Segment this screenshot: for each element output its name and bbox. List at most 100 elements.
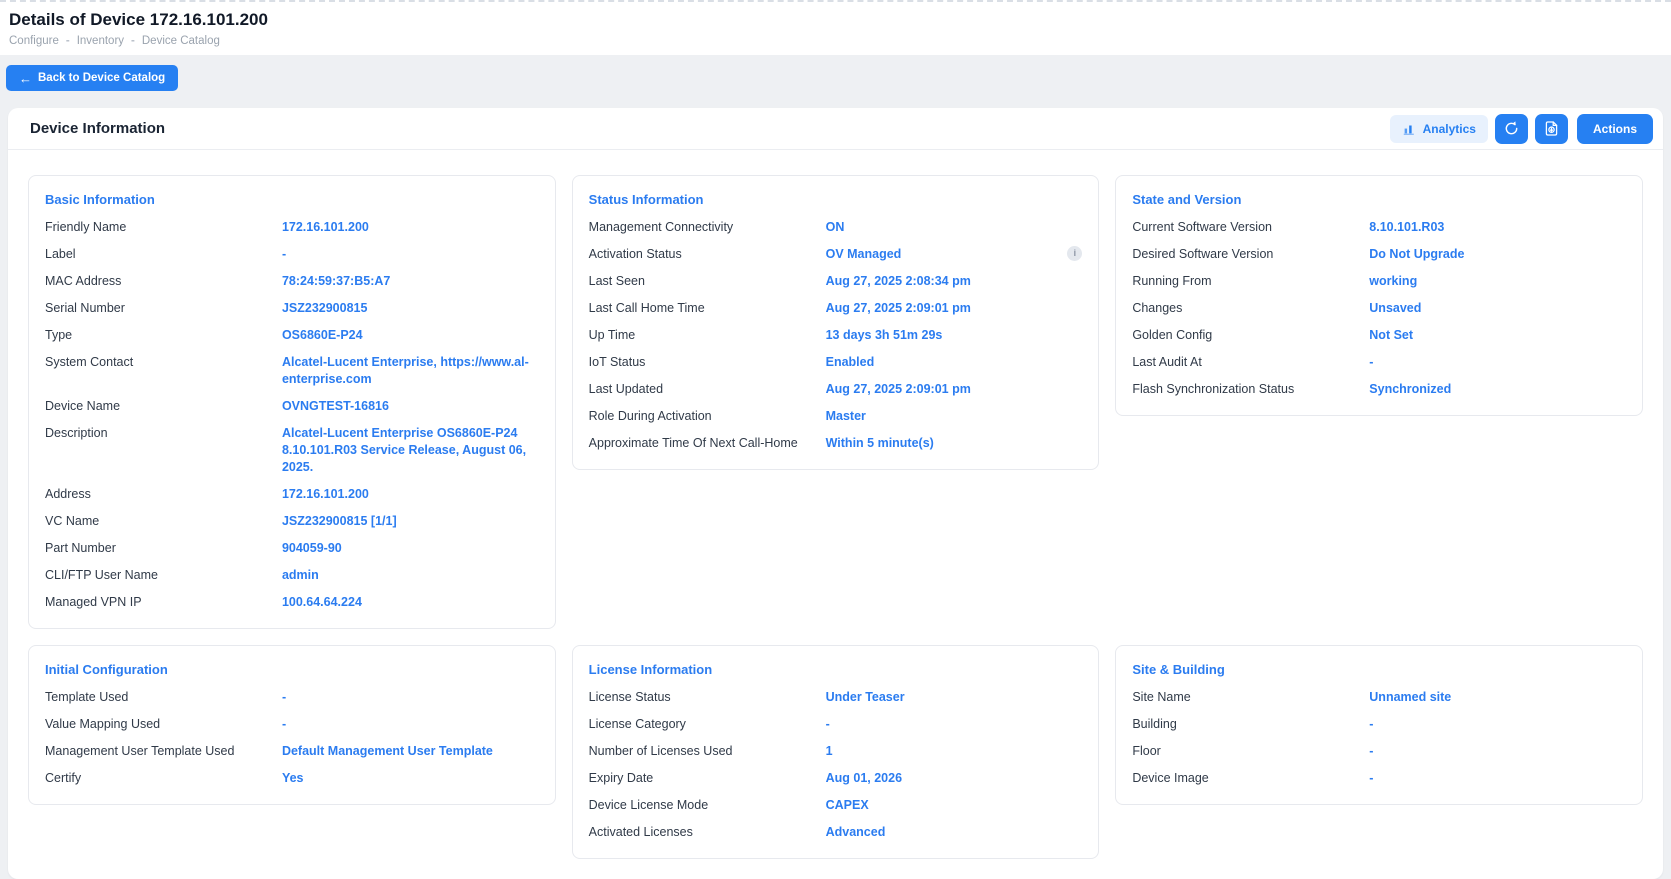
field-label: Device License Mode	[589, 797, 826, 814]
info-row: Activation StatusOV Managedi	[589, 246, 1083, 263]
field-value: Yes	[282, 770, 539, 787]
breadcrumb-item-configure[interactable]: Configure	[9, 34, 59, 48]
card-title: State and Version	[1132, 191, 1626, 208]
field-label: Activated Licenses	[589, 824, 826, 841]
info-row: Flash Synchronization StatusSynchronized	[1132, 381, 1626, 398]
field-label: Device Image	[1132, 770, 1369, 787]
field-label: Management User Template Used	[45, 743, 282, 760]
field-value: -	[1369, 770, 1626, 787]
field-value: ON	[826, 219, 1083, 236]
field-label: Managed VPN IP	[45, 594, 282, 611]
info-row: License StatusUnder Teaser	[589, 689, 1083, 706]
info-row: Friendly Name172.16.101.200	[45, 219, 539, 236]
field-value: Alcatel-Lucent Enterprise OS6860E-P24 8.…	[282, 425, 539, 476]
info-row: Up Time13 days 3h 51m 29s	[589, 327, 1083, 344]
field-value: Within 5 minute(s)	[826, 435, 1083, 452]
info-card: Basic Information Friendly Name172.16.10…	[28, 175, 556, 629]
field-value: -	[1369, 743, 1626, 760]
info-row: Running Fromworking	[1132, 273, 1626, 290]
card-rows: License StatusUnder Teaser License Catego…	[589, 689, 1083, 841]
field-label: Type	[45, 327, 282, 344]
info-row: System ContactAlcatel-Lucent Enterprise,…	[45, 354, 539, 388]
card-title: License Information	[589, 661, 1083, 678]
field-label: Address	[45, 486, 282, 503]
field-value: -	[1369, 716, 1626, 733]
field-value: Enabled	[826, 354, 1083, 371]
field-label: IoT Status	[589, 354, 826, 371]
field-label: Current Software Version	[1132, 219, 1369, 236]
info-row: License Category-	[589, 716, 1083, 733]
field-label: Device Name	[45, 398, 282, 415]
analytics-button[interactable]: Analytics	[1390, 115, 1488, 143]
breadcrumb: Configure - Inventory - Device Catalog	[9, 34, 1655, 48]
field-label: License Status	[589, 689, 826, 706]
actions-button[interactable]: Actions	[1577, 114, 1653, 144]
info-row: TypeOS6860E-P24	[45, 327, 539, 344]
field-label: Serial Number	[45, 300, 282, 317]
info-row: DescriptionAlcatel-Lucent Enterprise OS6…	[45, 425, 539, 476]
card-title: Site & Building	[1132, 661, 1626, 678]
info-row: Number of Licenses Used1	[589, 743, 1083, 760]
card-rows: Current Software Version8.10.101.R03Desi…	[1132, 219, 1626, 398]
card-title: Basic Information	[45, 191, 539, 208]
info-row: Device NameOVNGTEST-16816	[45, 398, 539, 415]
refresh-icon	[1503, 120, 1520, 137]
field-value: -	[282, 716, 539, 733]
field-value: JSZ232900815 [1/1]	[282, 513, 539, 530]
field-value: Unsaved	[1369, 300, 1626, 317]
analytics-button-label: Analytics	[1423, 122, 1476, 136]
field-label: Certify	[45, 770, 282, 787]
card-title: Status Information	[589, 191, 1083, 208]
info-card: Status Information Management Connectivi…	[572, 175, 1100, 470]
back-arrow-icon: ←	[19, 72, 32, 85]
page-header: Details of Device 172.16.101.200 Configu…	[0, 0, 1671, 55]
info-row: MAC Address78:24:59:37:B5:A7	[45, 273, 539, 290]
field-value: Under Teaser	[826, 689, 1083, 706]
field-value: -	[282, 246, 539, 263]
field-value: -	[282, 689, 539, 706]
refresh-button[interactable]	[1495, 114, 1528, 144]
breadcrumb-separator: -	[131, 34, 135, 48]
field-value: Not Set	[1369, 327, 1626, 344]
info-row: Approximate Time Of Next Call-HomeWithin…	[589, 435, 1083, 452]
info-row: Value Mapping Used-	[45, 716, 539, 733]
field-label: MAC Address	[45, 273, 282, 290]
field-label: Part Number	[45, 540, 282, 557]
field-label: VC Name	[45, 513, 282, 530]
panel-body: Basic Information Friendly Name172.16.10…	[8, 150, 1663, 879]
info-row: Site NameUnnamed site	[1132, 689, 1626, 706]
info-row: Last Audit At-	[1132, 354, 1626, 371]
export-download-button[interactable]	[1535, 114, 1568, 144]
field-label: Activation Status	[589, 246, 826, 263]
info-row: Last SeenAug 27, 2025 2:08:34 pm	[589, 273, 1083, 290]
card-title: Initial Configuration	[45, 661, 539, 678]
breadcrumb-item-device-catalog[interactable]: Device Catalog	[142, 34, 220, 48]
info-row: Floor-	[1132, 743, 1626, 760]
info-row: Serial NumberJSZ232900815	[45, 300, 539, 317]
card-rows: Template Used-Value Mapping Used-Managem…	[45, 689, 539, 787]
field-label: Site Name	[1132, 689, 1369, 706]
field-value: 172.16.101.200	[282, 219, 539, 236]
page-title: Details of Device 172.16.101.200	[9, 10, 1655, 30]
field-label: Floor	[1132, 743, 1369, 760]
panel-header: Device Information Analytics	[8, 108, 1663, 150]
field-value: 172.16.101.200	[282, 486, 539, 503]
file-download-icon	[1543, 120, 1560, 137]
info-row: Managed VPN IP100.64.64.224	[45, 594, 539, 611]
info-row: IoT StatusEnabled	[589, 354, 1083, 371]
field-label: Friendly Name	[45, 219, 282, 236]
field-label: Changes	[1132, 300, 1369, 317]
info-card: License Information License StatusUnder …	[572, 645, 1100, 859]
info-row: Management User Template UsedDefault Man…	[45, 743, 539, 760]
field-value: admin	[282, 567, 539, 584]
info-icon[interactable]: i	[1067, 246, 1082, 261]
back-to-device-catalog-button[interactable]: ← Back to Device Catalog	[6, 65, 178, 91]
field-value: Aug 01, 2026	[826, 770, 1083, 787]
field-value: Default Management User Template	[282, 743, 539, 760]
breadcrumb-item-inventory[interactable]: Inventory	[77, 34, 124, 48]
field-value: 1	[826, 743, 1083, 760]
info-card: State and Version Current Software Versi…	[1115, 175, 1643, 416]
cards-row-2: Initial Configuration Template Used-Valu…	[28, 645, 1643, 859]
info-row: Desired Software VersionDo Not Upgrade	[1132, 246, 1626, 263]
back-button-label: Back to Device Catalog	[38, 72, 165, 84]
